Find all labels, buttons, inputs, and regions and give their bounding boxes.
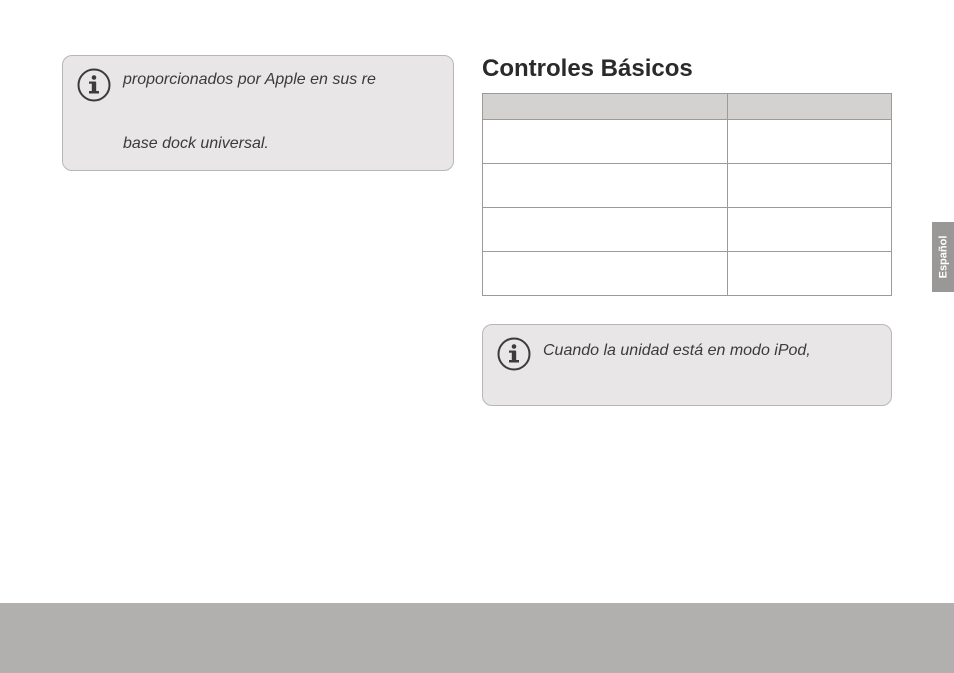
right-column: Controles Básicos: [482, 55, 892, 406]
table-cell: [728, 164, 892, 208]
bottom-bar: [0, 603, 954, 673]
table-cell: [728, 252, 892, 296]
info-box-left: proporcionados por Apple en sus re base …: [62, 55, 454, 171]
table-row: [483, 164, 892, 208]
language-tab[interactable]: Español: [932, 222, 954, 292]
left-column: proporcionados por Apple en sus re base …: [62, 55, 454, 171]
table-header-row: [483, 94, 892, 120]
info-text-right: Cuando la unidad está en modo iPod,: [543, 339, 873, 363]
info-icon: [77, 68, 111, 102]
table-cell: [483, 252, 728, 296]
info-icon: [497, 337, 531, 371]
table-header-cell: [728, 94, 892, 120]
section-heading: Controles Básicos: [482, 55, 892, 83]
info-left-line2: base dock universal.: [123, 132, 435, 156]
table-header-cell: [483, 94, 728, 120]
table-row: [483, 120, 892, 164]
language-tab-label: Español: [937, 236, 949, 279]
table-row: [483, 208, 892, 252]
table-row: [483, 252, 892, 296]
controls-table: [482, 93, 892, 296]
table-cell: [728, 120, 892, 164]
info-left-line1: proporcionados por Apple en sus re: [123, 68, 435, 92]
table-cell: [483, 120, 728, 164]
table-cell: [483, 164, 728, 208]
table-cell: [728, 208, 892, 252]
info-box-right: Cuando la unidad está en modo iPod,: [482, 324, 892, 406]
table-cell: [483, 208, 728, 252]
info-text-left: proporcionados por Apple en sus re base …: [123, 68, 435, 156]
content-area: proporcionados por Apple en sus re base …: [62, 55, 892, 406]
